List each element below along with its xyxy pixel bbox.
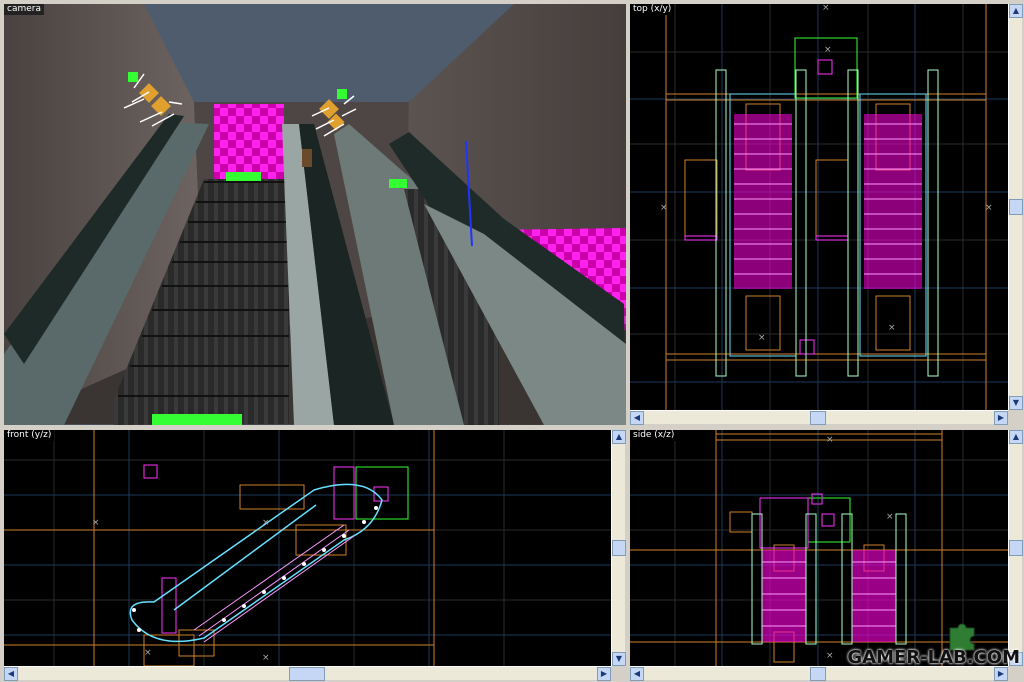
arrow-up-icon[interactable]: ▲: [1009, 430, 1023, 444]
svg-text:×: ×: [92, 518, 100, 528]
arrow-right-icon[interactable]: ▶: [994, 667, 1008, 681]
svg-text:×: ×: [826, 651, 834, 661]
scroll-thumb[interactable]: [612, 540, 626, 556]
side-horizontal-scrollbar[interactable]: ◀ ▶: [630, 666, 1008, 681]
svg-text:×: ×: [824, 45, 832, 55]
top-viewport-label: top (x/y): [630, 4, 675, 15]
arrow-left-icon[interactable]: ◀: [4, 667, 18, 681]
svg-text:×: ×: [826, 435, 834, 445]
scroll-thumb[interactable]: [1009, 199, 1023, 215]
top-vertical-scrollbar[interactable]: ▲ ▼: [1008, 4, 1023, 410]
svg-text:×: ×: [262, 653, 270, 663]
front-vertical-scrollbar[interactable]: ▲ ▼: [611, 430, 626, 666]
arrow-left-icon[interactable]: ◀: [630, 667, 644, 681]
front-viewport-label: front (y/z): [4, 430, 55, 441]
svg-text:×: ×: [144, 648, 152, 658]
svg-text:×: ×: [758, 333, 766, 343]
arrow-right-icon[interactable]: ▶: [994, 411, 1008, 425]
arrow-down-icon[interactable]: ▼: [1009, 396, 1023, 410]
arrow-right-icon[interactable]: ▶: [597, 667, 611, 681]
svg-text:×: ×: [822, 4, 830, 13]
svg-text:×: ×: [886, 512, 894, 522]
scroll-thumb[interactable]: [810, 667, 826, 681]
scroll-thumb[interactable]: [289, 667, 325, 681]
scroll-thumb[interactable]: [1009, 540, 1023, 556]
arrow-down-icon[interactable]: ▼: [612, 652, 626, 666]
svg-text:×: ×: [888, 323, 896, 333]
arrow-up-icon[interactable]: ▲: [1009, 4, 1023, 18]
svg-text:×: ×: [262, 518, 270, 528]
svg-text:×: ×: [985, 203, 993, 213]
watermark-text: GAMER-LAB.COM: [847, 647, 1020, 668]
scroll-thumb[interactable]: [810, 411, 826, 425]
side-viewport-label: side (x/z): [630, 430, 678, 441]
top-viewport[interactable]: top (x/y) × × × × × ×: [630, 4, 1008, 410]
front-horizontal-scrollbar[interactable]: ◀ ▶: [4, 666, 611, 681]
svg-text:×: ×: [660, 203, 668, 213]
camera-3d-render[interactable]: [4, 4, 626, 425]
arrow-up-icon[interactable]: ▲: [612, 430, 626, 444]
top-horizontal-scrollbar[interactable]: ◀ ▶: [630, 410, 1008, 425]
side-vertical-scrollbar[interactable]: ▲ ▼: [1008, 430, 1023, 666]
top-grid-canvas[interactable]: × × × × × ×: [630, 4, 1008, 410]
front-viewport[interactable]: front (y/z) × × × ×: [4, 430, 611, 666]
front-grid-canvas[interactable]: × × × ×: [4, 430, 611, 666]
camera-viewport[interactable]: camera: [4, 4, 626, 425]
camera-viewport-label: camera: [4, 4, 44, 15]
arrow-left-icon[interactable]: ◀: [630, 411, 644, 425]
